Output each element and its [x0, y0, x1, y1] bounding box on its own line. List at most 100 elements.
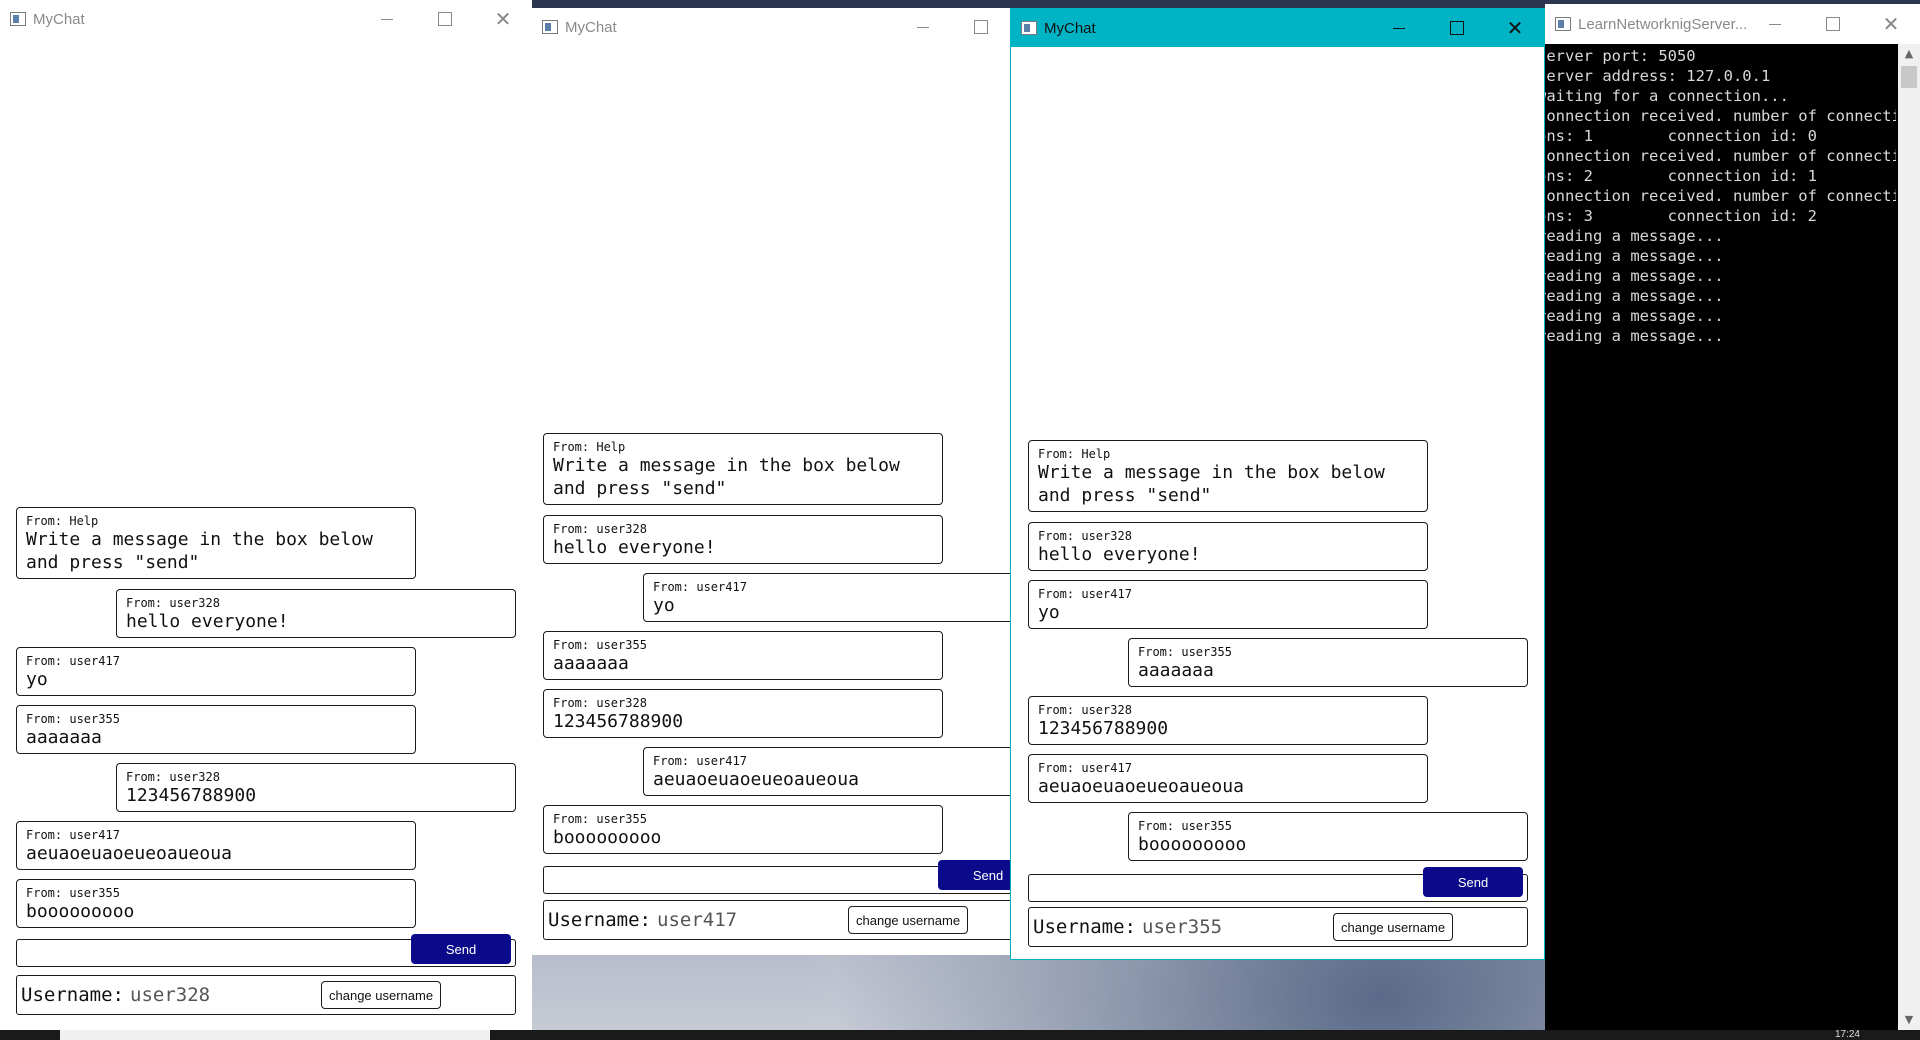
message-sender: From: user328 — [553, 522, 647, 536]
change-username-button[interactable]: change username — [848, 906, 969, 934]
message-sender: From: user417 — [26, 654, 120, 668]
console-line: server port: 5050 — [1545, 47, 1696, 65]
title-bar[interactable]: LearnNetworknigServer... ✕ — [1545, 4, 1920, 44]
window-title: MyChat — [33, 10, 85, 28]
message-bubble: From: user328 hello everyone! — [1028, 522, 1428, 571]
message-sender: From: user355 — [553, 812, 647, 826]
send-button[interactable]: Send — [1423, 867, 1523, 897]
message-bubble: From: Help Write a message in the box be… — [1028, 440, 1428, 512]
message-text: 123456788900 — [126, 785, 257, 806]
server-console-window: LearnNetworknigServer... ✕ server port: … — [1545, 4, 1920, 1030]
message-bubble: From: user417 yo — [16, 647, 416, 696]
app-icon — [542, 20, 558, 34]
message-text: aeuaoeuaoeueoaueoua — [653, 769, 859, 790]
maximize-icon[interactable] — [416, 0, 474, 38]
message-sender: From: user355 — [26, 712, 120, 726]
console-line: reading a message... — [1545, 287, 1724, 305]
message-bubble: From: user417 aeuaoeuaoeueoaueoua — [643, 747, 1010, 796]
console-lines: server port: 5050 server address: 127.0.… — [1545, 46, 1896, 346]
send-button[interactable]: Send — [411, 934, 511, 964]
console-line: reading a message... — [1545, 247, 1724, 265]
maximize-icon[interactable] — [952, 8, 1010, 46]
username-row: Username: user417 change username — [543, 900, 1010, 940]
console-line: server address: 127.0.0.1 — [1545, 67, 1771, 85]
minimize-icon[interactable] — [1370, 9, 1428, 47]
message-text: yo — [653, 595, 675, 616]
window-title: MyChat — [565, 18, 617, 36]
title-bar[interactable]: MyChat ✕ — [1011, 9, 1544, 47]
console-line: reading a message... — [1545, 327, 1724, 345]
minimize-icon[interactable] — [1746, 5, 1804, 43]
message-text: aeuaoeuaoeueoaueoua — [1038, 776, 1244, 797]
taskbar-strip[interactable] — [60, 1030, 490, 1040]
app-icon — [10, 12, 26, 26]
message-text: booooooooo — [26, 901, 135, 922]
message-sender: From: user417 — [653, 754, 747, 768]
message-text: booooooooo — [553, 827, 662, 848]
app-icon — [1021, 21, 1037, 35]
username-value: user355 — [1142, 916, 1223, 938]
window-title: LearnNetworknigServer... — [1578, 15, 1746, 33]
title-bar[interactable]: MyChat ✕ — [0, 0, 532, 38]
message-bubble: From: user355 aaaaaaa — [543, 631, 943, 680]
username-value: user417 — [657, 909, 738, 931]
message-bubble: From: user328 123456788900 — [1028, 696, 1428, 745]
message-bubble: From: user328 123456788900 — [543, 689, 943, 738]
console-line: connection received. number of connecti — [1545, 107, 1896, 125]
chat-window-user417: MyChat From: Help Write a message in the… — [532, 8, 1010, 955]
message-bubble: From: user355 booooooooo — [16, 879, 416, 928]
console-line: reading a message... — [1545, 307, 1724, 325]
taskbar-clock: 17:24 — [1834, 1029, 1860, 1040]
maximize-icon[interactable] — [1428, 9, 1486, 47]
minimize-icon[interactable] — [358, 0, 416, 38]
console-scrollbar[interactable]: ▲ ▼ — [1898, 44, 1920, 1030]
message-bubble: From: user355 booooooooo — [543, 805, 943, 854]
message-sender: From: user417 — [653, 580, 747, 594]
maximize-icon[interactable] — [1804, 5, 1862, 43]
console-line: reading a message... — [1545, 267, 1724, 285]
close-icon[interactable]: ✕ — [1486, 9, 1544, 47]
taskbar: 17:24 — [0, 1030, 1920, 1040]
close-icon[interactable]: ✕ — [1862, 5, 1920, 43]
message-text: aaaaaaa — [26, 727, 102, 748]
minimize-icon[interactable] — [894, 8, 952, 46]
username-label: Username: — [548, 909, 651, 931]
scroll-up-icon[interactable]: ▲ — [1898, 44, 1920, 64]
message-text: hello everyone! — [1038, 544, 1201, 565]
console-line: reading a message... — [1545, 227, 1724, 245]
message-bubble: From: user328 hello everyone! — [543, 515, 943, 564]
message-bubble: From: Help Write a message in the box be… — [543, 433, 943, 505]
message-text: yo — [1038, 602, 1060, 623]
send-button[interactable]: Send — [938, 860, 1010, 890]
message-sender: From: user417 — [1038, 587, 1132, 601]
close-icon[interactable]: ✕ — [474, 0, 532, 38]
message-bubble: From: Help Write a message in the box be… — [16, 507, 416, 579]
message-bubble: From: user417 yo — [643, 573, 1010, 622]
scroll-thumb[interactable] — [1901, 66, 1917, 88]
username-value: user328 — [130, 984, 211, 1006]
message-text: 123456788900 — [1038, 718, 1169, 739]
message-bubble: From: user328 hello everyone! — [116, 589, 516, 638]
message-text: Write a message in the box below and pre… — [1038, 462, 1385, 506]
title-bar[interactable]: MyChat — [532, 8, 1010, 46]
message-text: hello everyone! — [126, 611, 289, 632]
message-sender: From: Help — [1038, 447, 1111, 461]
message-sender: From: user355 — [553, 638, 647, 652]
message-text: aaaaaaa — [553, 653, 629, 674]
message-text: booooooooo — [1138, 834, 1247, 855]
chat-area: From: Help Write a message in the box be… — [0, 38, 532, 1030]
message-bubble: From: user417 yo — [1028, 580, 1428, 629]
chat-window-user355: MyChat ✕ From: Help Write a message in t… — [1010, 8, 1545, 960]
message-text: yo — [26, 669, 48, 690]
message-bubble: From: user417 aeuaoeuaoeueoaueoua — [16, 821, 416, 870]
console-line: waiting for a connection... — [1545, 87, 1789, 105]
username-row: Username: user328 change username — [16, 975, 516, 1015]
window-title: MyChat — [1044, 19, 1096, 37]
message-sender: From: user417 — [26, 828, 120, 842]
change-username-button[interactable]: change username — [1333, 913, 1454, 941]
change-username-button[interactable]: change username — [321, 981, 442, 1009]
console-line: ons: 2 connection id: 1 — [1545, 167, 1817, 185]
message-sender: From: user328 — [1038, 529, 1132, 543]
message-sender: From: user328 — [1038, 703, 1132, 717]
scroll-down-icon[interactable]: ▼ — [1898, 1010, 1920, 1030]
